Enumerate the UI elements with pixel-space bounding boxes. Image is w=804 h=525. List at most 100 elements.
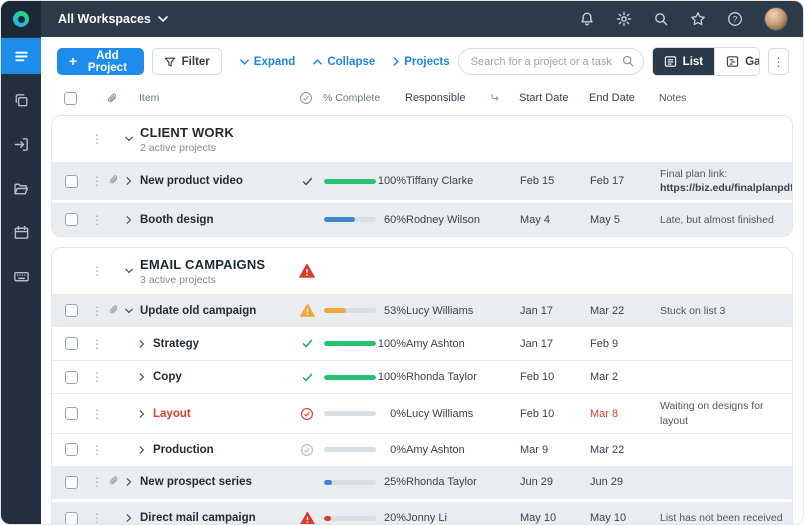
task-row[interactable]: ⋮ Copy 100% Rhonda Taylor Feb 10 Mar 2 [52,360,792,393]
bell-icon[interactable] [579,11,595,27]
task-name[interactable]: Production [153,444,214,456]
responsible: Jonny Li [406,512,510,524]
drag-handle-icon[interactable]: ⋮ [91,305,103,317]
search-input[interactable] [458,48,644,75]
attachment-column-icon[interactable] [105,92,119,104]
row-checkbox[interactable] [65,512,78,524]
gantt-view-button[interactable]: Gantt [714,48,760,75]
expand-link[interactable]: Expand [240,56,296,68]
status-check-icon[interactable] [301,175,314,188]
drag-handle-icon[interactable]: ⋮ [91,214,103,226]
sidebar-item-calendar[interactable] [1,214,41,250]
chevron-right-icon[interactable] [124,215,134,225]
row-checkbox[interactable] [65,371,78,384]
workspace-switcher[interactable]: All Workspaces [41,12,168,26]
chevron-down-icon[interactable] [124,134,134,144]
task-name[interactable]: Layout [153,408,191,420]
app-logo[interactable] [1,1,41,37]
table-header: Item % Complete Responsible Start Date E… [51,87,793,109]
status-pending-icon[interactable] [300,443,314,457]
drag-handle-icon[interactable]: ⋮ [91,476,103,488]
sidebar-item-boards[interactable] [1,82,41,118]
row-checkbox[interactable] [65,407,78,420]
drag-handle-icon[interactable]: ⋮ [91,175,103,187]
chevron-right-icon[interactable] [124,477,134,487]
drag-handle-icon[interactable]: ⋮ [91,512,103,524]
task-row[interactable]: ⋮ Layout 0% Lucy Williams Feb 10 Mar 8 W… [52,393,792,432]
task-name[interactable]: New product video [140,175,243,187]
search-icon[interactable] [653,11,669,27]
list-view-button[interactable]: List [653,48,714,75]
percent-complete: 0% [376,444,406,456]
task-row[interactable]: ⋮ Production 0% Amy Ashton Mar 9 Mar 22 [52,433,792,466]
projects-link[interactable]: Projects [393,56,449,68]
column-notes[interactable]: Notes [647,91,793,105]
task-name[interactable]: Booth design [140,214,213,226]
funnel-icon [164,56,176,68]
filter-button[interactable]: Filter [152,48,222,75]
task-row[interactable]: ⋮ Strategy 100% Amy Ashton Jan 17 Feb 9 [52,327,792,360]
sidebar-nav [1,38,41,302]
task-row[interactable]: ⋮ Direct mail campaign 20% Jonny Li May … [52,502,792,524]
row-checkbox[interactable] [65,304,78,317]
drag-handle-icon[interactable]: ⋮ [91,371,103,383]
task-name[interactable]: Copy [153,371,182,383]
row-checkbox[interactable] [65,175,78,188]
sidebar-item-table[interactable] [1,258,41,294]
column-item[interactable]: Item [139,92,289,104]
task-row[interactable]: ⋮ New prospect series 25% Rhonda Taylor … [52,466,792,499]
drag-handle-icon[interactable]: ⋮ [91,408,103,420]
topbar: All Workspaces ? [41,1,803,37]
column-responsible[interactable]: Responsible [405,92,509,104]
group-title[interactable]: CLIENT WORK [140,125,234,140]
chevron-right-icon[interactable] [124,513,134,523]
app-window: All Workspaces ? + Add Project Filter [0,0,804,525]
sidebar-item-folders[interactable] [1,170,41,206]
status-alert-icon[interactable] [300,511,315,524]
select-all-checkbox[interactable] [64,92,77,105]
group-title[interactable]: EMAIL CAMPAIGNS [140,257,265,272]
chevron-right-icon[interactable] [124,176,134,186]
task-row[interactable]: ⋮ Booth design 60% Rodney Wilson May 4 M… [52,203,792,236]
task-name[interactable]: New prospect series [140,476,252,488]
chevron-down-icon[interactable] [124,306,134,316]
status-warning-icon[interactable] [300,303,315,318]
progress-bar [324,341,376,346]
task-name[interactable]: Strategy [153,338,199,350]
column-start-date[interactable]: Start Date [509,92,579,104]
collapse-link[interactable]: Collapse [313,56,375,68]
start-date: May 4 [510,214,580,226]
column-percent-complete[interactable]: % Complete [323,92,405,104]
gear-icon[interactable] [616,11,632,27]
task-name[interactable]: Direct mail campaign [140,512,256,524]
drag-handle-icon[interactable]: ⋮ [91,444,103,456]
progress-bar [324,447,376,452]
help-icon[interactable]: ? [727,11,743,27]
status-check-icon[interactable] [301,337,314,350]
sidebar-item-list-view[interactable] [1,38,41,74]
responsible: Rodney Wilson [406,214,510,226]
status-blocked-icon[interactable] [300,407,314,421]
more-options-button[interactable]: ⋮ [768,48,789,75]
add-project-button[interactable]: + Add Project [57,48,144,75]
chevron-down-icon[interactable] [124,266,134,276]
star-icon[interactable] [690,11,706,27]
svg-text:?: ? [733,14,738,24]
drag-handle-icon[interactable]: ⋮ [91,265,103,277]
row-checkbox[interactable] [65,476,78,489]
group-alert-icon[interactable] [299,263,315,279]
row-checkbox[interactable] [65,213,78,226]
row-checkbox[interactable] [65,337,78,350]
task-name[interactable]: Update old campaign [140,305,256,317]
status-column-icon[interactable] [289,91,323,105]
row-checkbox[interactable] [65,443,78,456]
column-end-date[interactable]: End Date [579,92,647,104]
status-check-icon[interactable] [301,371,314,384]
sidebar-item-sign-in[interactable] [1,126,41,162]
drag-handle-icon[interactable]: ⋮ [91,133,103,145]
task-row[interactable]: ⋮ Update old campaign 53% Lucy Williams … [52,294,792,327]
task-row[interactable]: ⋮ New product video 100% Tiffany Clarke … [52,162,792,200]
drag-handle-icon[interactable]: ⋮ [91,338,103,350]
percent-complete: 20% [376,512,406,524]
user-avatar[interactable] [764,7,788,31]
